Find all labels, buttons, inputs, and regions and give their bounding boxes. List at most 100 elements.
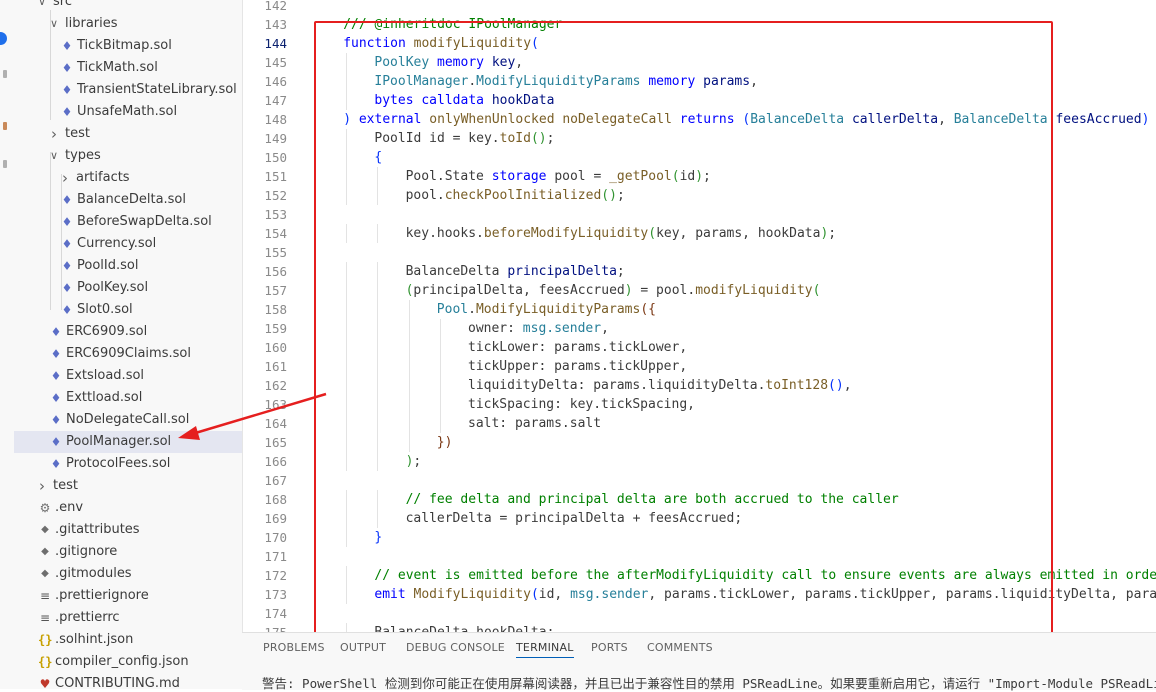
code-line[interactable]: 171 xyxy=(243,547,1156,566)
code-line[interactable]: 170} xyxy=(243,528,1156,547)
file-item[interactable]: {} compiler_config.json xyxy=(14,651,242,673)
code-line[interactable]: 144 function modifyLiquidity( xyxy=(243,34,1156,53)
file-item[interactable]: ♦ BalanceDelta.sol xyxy=(14,189,242,211)
file-item[interactable]: ♦ TransientStateLibrary.sol xyxy=(14,79,242,101)
code-line[interactable]: 169 callerDelta = principalDelta + feesAc… xyxy=(243,509,1156,528)
code-line[interactable]: 154 key.hooks.beforeModifyLiquidity(key, … xyxy=(243,224,1156,243)
terminal-output[interactable]: 警告: PowerShell 检测到你可能正在使用屏幕阅读器，并且已出于兼容性目… xyxy=(262,673,1156,692)
extension-icon[interactable] xyxy=(3,122,7,130)
file-item[interactable]: ⚙ .env xyxy=(14,497,242,519)
code-line[interactable]: 165}) xyxy=(243,433,1156,452)
file-item[interactable]: ♦ ERC6909.sol xyxy=(14,321,242,343)
code-line[interactable]: 153 xyxy=(243,205,1156,224)
code-token: }) xyxy=(436,435,453,450)
code-line[interactable]: 159 owner: msg.sender, xyxy=(243,319,1156,338)
code-line[interactable]: 155 xyxy=(243,243,1156,262)
file-item[interactable]: ◆ .gitattributes xyxy=(14,519,242,541)
tab-problems[interactable]: PROBLEMS xyxy=(263,641,325,654)
folder-item[interactable]: › artifacts xyxy=(14,167,242,189)
code-line[interactable]: 173 emit ModifyLiquidity(id, msg.sender, … xyxy=(243,585,1156,604)
code-line[interactable]: 152 pool.checkPoolInitialized(); xyxy=(243,186,1156,205)
file-item[interactable]: ≡ .prettierrc xyxy=(14,607,242,629)
line-number: 158 xyxy=(264,302,287,317)
code-line[interactable]: 164 salt: params.salt xyxy=(243,414,1156,433)
file-item[interactable]: ♦ Currency.sol xyxy=(14,233,242,255)
code-line[interactable]: 148) external onlyWhenUnlocked noDelegat… xyxy=(243,110,1156,129)
code-line[interactable]: 162 liquidityDelta: params.liquidityDelta… xyxy=(243,376,1156,395)
code-line[interactable]: 156 BalanceDelta principalDelta; xyxy=(243,262,1156,281)
folder-item[interactable]: › test xyxy=(14,123,242,145)
file-item[interactable]: ◆ .gitmodules xyxy=(14,563,242,585)
line-number: 166 xyxy=(264,454,287,469)
code-line[interactable]: 175 BalanceDelta hookDelta; xyxy=(243,623,1156,632)
file-item[interactable]: ♦ PoolManager.sol xyxy=(14,431,242,453)
accounts-badge-icon[interactable] xyxy=(0,32,7,45)
file-item[interactable]: ♥ CONTRIBUTING.md xyxy=(14,673,242,689)
code-line[interactable]: 172 // event is emitted before the afterM… xyxy=(243,566,1156,585)
code-line[interactable]: 150 { xyxy=(243,148,1156,167)
folder-item[interactable]: ∨ src xyxy=(14,0,242,13)
code-line[interactable]: 161 tickUpper: params.tickUpper, xyxy=(243,357,1156,376)
line-number: 147 xyxy=(264,93,287,108)
chevron-right-icon[interactable]: › xyxy=(36,475,48,497)
activity-icon[interactable] xyxy=(3,70,7,78)
code-line[interactable]: 145 PoolKey memory key, xyxy=(243,53,1156,72)
file-item[interactable]: ◆ .gitignore xyxy=(14,541,242,563)
file-item[interactable]: ♦ TickMath.sol xyxy=(14,57,242,79)
chevron-right-icon[interactable]: › xyxy=(48,123,60,145)
tree-item-label: libraries xyxy=(65,16,118,31)
code-line[interactable]: 151 Pool.State storage pool = _getPool(id… xyxy=(243,167,1156,186)
code-line[interactable]: 143 /// @inheritdoc IPoolManager xyxy=(243,15,1156,34)
code-text: liquidityDelta: params.liquidityDelta.to… xyxy=(468,376,852,395)
code-line[interactable]: 163 tickSpacing: key.tickSpacing, xyxy=(243,395,1156,414)
tab-ports[interactable]: PORTS xyxy=(591,641,628,654)
code-token: ; xyxy=(828,226,837,241)
code-line[interactable]: 142 xyxy=(243,0,1156,15)
file-item[interactable]: ♦ PoolId.sol xyxy=(14,255,242,277)
file-item[interactable]: ♦ UnsafeMath.sol xyxy=(14,101,242,123)
code-token: } xyxy=(374,530,383,545)
file-item[interactable]: ♦ Exttload.sol xyxy=(14,387,242,409)
code-editor[interactable]: 142 143 /// @inheritdoc IPoolManager 144 fun… xyxy=(242,0,1156,632)
folder-item[interactable]: ∨ types xyxy=(14,145,242,167)
code-token: storage xyxy=(491,169,555,184)
indent-guide xyxy=(346,319,348,338)
folder-item[interactable]: › test xyxy=(14,475,242,497)
code-text: // event is emitted before the afterModi… xyxy=(374,566,1156,585)
code-line[interactable]: 147 bytes calldata hookData xyxy=(243,91,1156,110)
tab-terminal[interactable]: TERMINAL xyxy=(516,641,574,658)
code-token: BalanceDelta xyxy=(953,112,1056,127)
config-file-icon: ≡ xyxy=(39,611,51,625)
code-line[interactable]: 160 tickLower: params.tickLower, xyxy=(243,338,1156,357)
tab-comments[interactable]: COMMENTS xyxy=(647,641,713,654)
indent-guide xyxy=(408,357,410,376)
code-line[interactable]: 168 // fee delta and principal delta are … xyxy=(243,490,1156,509)
file-item[interactable]: ♦ ERC6909Claims.sol xyxy=(14,343,242,365)
file-item[interactable]: ♦ BeforeSwapDelta.sol xyxy=(14,211,242,233)
code-line[interactable]: 157 (principalDelta, feesAccrued) = pool.… xyxy=(243,281,1156,300)
code-line[interactable]: 149 PoolId id = key.toId(); xyxy=(243,129,1156,148)
code-line[interactable]: 167 xyxy=(243,471,1156,490)
file-item[interactable]: ♦ Extsload.sol xyxy=(14,365,242,387)
code-line[interactable]: 166); xyxy=(243,452,1156,471)
tab-debug-console[interactable]: DEBUG CONSOLE xyxy=(406,641,505,654)
code-token: key, params, hookData xyxy=(656,226,821,241)
tab-output[interactable]: OUTPUT xyxy=(340,641,386,654)
file-item[interactable]: ♦ TickBitmap.sol xyxy=(14,35,242,57)
activity-icon[interactable] xyxy=(3,160,7,168)
code-line[interactable]: 174 xyxy=(243,604,1156,623)
code-line[interactable]: 146 IPoolManager.ModifyLiquidityParams me… xyxy=(243,72,1156,91)
file-item[interactable]: ♦ PoolKey.sol xyxy=(14,277,242,299)
file-item[interactable]: {} .solhint.json xyxy=(14,629,242,651)
code-token: noDelegateCall xyxy=(562,112,680,127)
file-item[interactable]: ♦ Slot0.sol xyxy=(14,299,242,321)
file-item[interactable]: ♦ ProtocolFees.sol xyxy=(14,453,242,475)
line-number: 144 xyxy=(264,36,287,51)
code-line[interactable]: 158 Pool.ModifyLiquidityParams({ xyxy=(243,300,1156,319)
chevron-down-icon[interactable]: ∨ xyxy=(36,0,48,13)
code-text: emit ModifyLiquidity(id, msg.sender, par… xyxy=(374,585,1156,604)
folder-item[interactable]: ∨ libraries xyxy=(14,13,242,35)
file-item[interactable]: ♦ NoDelegateCall.sol xyxy=(14,409,242,431)
indent-guide xyxy=(346,414,348,433)
file-item[interactable]: ≡ .prettierignore xyxy=(14,585,242,607)
